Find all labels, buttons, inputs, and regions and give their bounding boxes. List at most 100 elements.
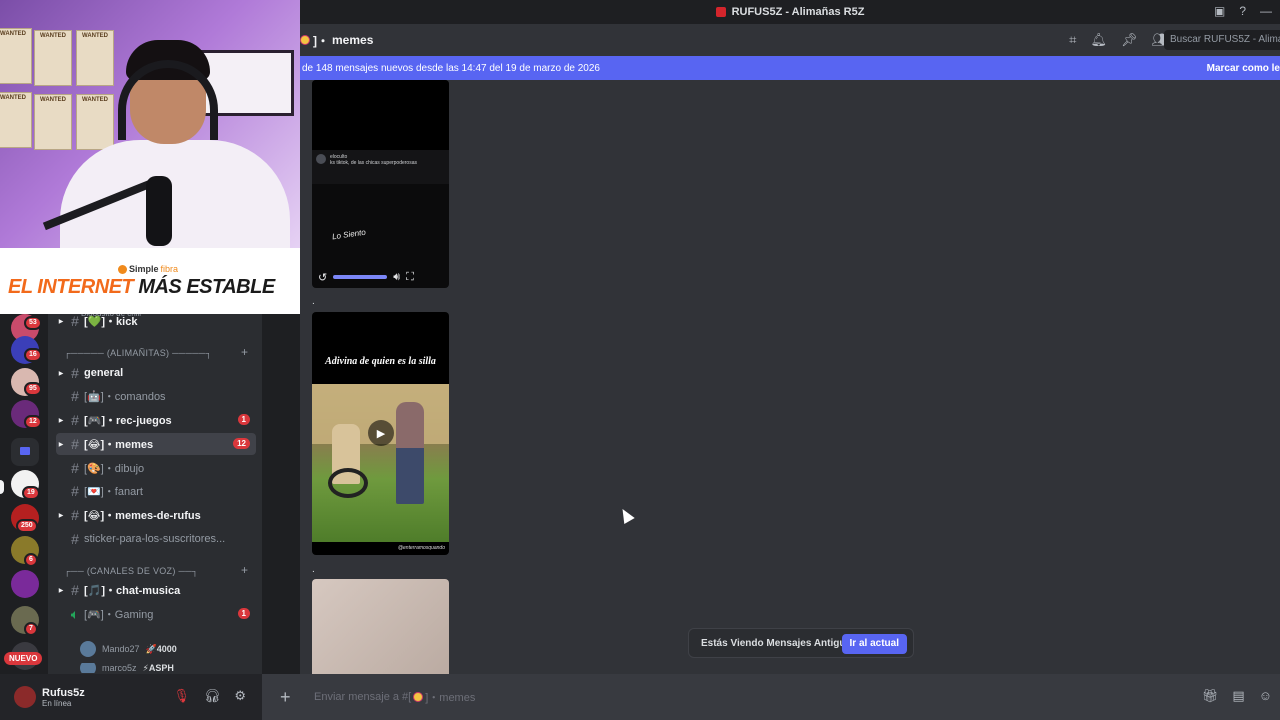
channel-fanart[interactable]: # [💌]・fanart <box>56 480 256 502</box>
handwriting-text: Lo Siento <box>331 227 367 242</box>
window-controls: ▣ ? — <box>1214 4 1272 18</box>
old-messages-text: Estás Viendo Mensajes Antiguos <box>701 637 858 649</box>
inbox-icon[interactable]: ▣ <box>1214 4 1225 18</box>
voice-user-name: Mando27 <box>102 644 140 654</box>
user-info[interactable]: Rufus5z En línea <box>42 687 85 708</box>
volume-icon[interactable]: 🔊︎ <box>393 271 400 284</box>
unread-arrow-icon: ▶ <box>58 370 64 377</box>
channel-rec-juegos[interactable]: ▶ # [🎮]・rec-juegos 1 <box>56 409 256 431</box>
hash-icon: # <box>71 507 79 523</box>
user-controls: 🎙︎ 🎧︎ ⚙ <box>173 688 246 704</box>
server-badge: 16 <box>24 348 42 362</box>
video-attachment-2[interactable]: Adivina de quien es la silla ▶ @enterram… <box>312 312 449 555</box>
play-icon[interactable]: ▶ <box>368 420 394 446</box>
add-attachment-button[interactable]: + <box>280 687 300 708</box>
channel-comandos[interactable]: # [🤖]・comandos <box>56 385 256 407</box>
threads-icon[interactable]: ⌗ <box>1069 32 1076 48</box>
avatar <box>80 663 96 673</box>
mic-muted-icon[interactable]: 🎙︎ <box>173 688 190 704</box>
hash-icon: # <box>71 412 79 428</box>
server-badge: 7 <box>24 622 38 636</box>
folder-icon[interactable] <box>11 438 39 466</box>
image-attachment-3[interactable] <box>312 579 449 674</box>
hash-icon: # <box>71 531 79 547</box>
fullscreen-icon[interactable]: ⛶ <box>406 271 414 284</box>
replay-icon[interactable]: ↺ <box>318 271 327 284</box>
add-channel-icon[interactable]: + <box>241 563 248 577</box>
help-icon[interactable]: ? <box>1239 4 1246 18</box>
sponsor-brand-b: fibra <box>160 264 179 274</box>
server-rail: 53 16 95 12 19 250 6 7 <box>0 314 48 674</box>
unread-arrow-icon: ▶ <box>58 441 64 448</box>
gear-icon[interactable]: ⚙ <box>234 688 246 704</box>
message-input-prefix: Enviar mensaje a #[ <box>314 691 412 703</box>
server-badge: 53 <box>24 316 42 330</box>
channel-label: [😂]・memes <box>84 439 154 451</box>
old-messages-pill: Estás Viendo Mensajes Antiguos Ir al act… <box>688 628 914 658</box>
channel-label: [🤖]・comandos <box>84 391 166 403</box>
sponsor-logo-icon <box>118 264 127 274</box>
voice-user-tag: 🚀4000 <box>145 643 177 654</box>
channel-label: [🎮]・rec-juegos <box>84 415 172 427</box>
channel-list: ▶ # [💚]・kick ┌───── (ALIMAÑITAS) ─────┐ … <box>48 314 262 674</box>
hash-icon: # <box>71 582 79 598</box>
sponsor-banner: Simple fibra EL INTERNET MÁS ESTABLE <box>0 248 300 314</box>
message-input-suffix: ]・memes <box>425 692 476 704</box>
gif-icon[interactable]: ▤ <box>1232 688 1244 704</box>
category-alimanitas[interactable]: ┌───── (ALIMAÑITAS) ─────┐ <box>64 348 212 358</box>
unread-arrow-icon: ▶ <box>58 318 64 325</box>
window-title: RUFUS5Z - Alimañas R5Z <box>715 6 864 18</box>
channel-sticker[interactable]: # sticker-para-los-suscritores... <box>56 528 256 550</box>
voice-user[interactable]: Mando27 🚀4000 <box>80 641 177 657</box>
webcam-overlay: WANTED WANTED WANTED WANTED WANTED WANTE… <box>0 0 300 248</box>
video-controls: ↺ 🔊︎ ⛶ <box>312 266 449 288</box>
gift-icon[interactable]: 🎁︎ <box>1202 688 1219 704</box>
voice-user[interactable]: marco5z ⚡ASPH <box>80 663 174 673</box>
channel-memes-de-rufus[interactable]: ▶ # [😂]・memes-de-rufus <box>56 504 256 526</box>
channel-memes[interactable]: ▶ # [😂]・memes 12 <box>56 433 256 455</box>
mark-as-read-button[interactable]: Marcar como le <box>1207 63 1280 74</box>
wanted-poster: WANTED <box>34 30 72 86</box>
message-composer[interactable]: + Enviar mensaje a #[ ]・memes 🎁︎ ▤ ☺ <box>262 674 1280 720</box>
avatar[interactable] <box>14 686 36 708</box>
channel-title: ]・ memes <box>300 32 373 49</box>
speaker-icon: 🔈︎ <box>70 605 80 622</box>
category-voice[interactable]: ┌── (CANALES DE VOZ) ──┐ <box>64 566 198 576</box>
hash-icon: # <box>71 365 79 381</box>
headphones-icon[interactable]: 🎧︎ <box>204 688 221 704</box>
user-name: Rufus5z <box>42 686 85 699</box>
video-attachment-1[interactable]: eloculto ks tiktok, de las chicas superp… <box>312 80 449 288</box>
voice-user-tag: ⚡ASPH <box>142 663 174 673</box>
video-progress-bar[interactable] <box>333 275 388 279</box>
sticker-icon[interactable]: ☺ <box>1259 688 1272 704</box>
laughing-emoji-icon <box>413 692 424 702</box>
channel-label: [🎵]・chat-musica <box>84 585 181 597</box>
channel-label: [💌]・fanart <box>84 486 143 498</box>
channel-label: sticker-para-los-suscritores... <box>84 533 226 545</box>
add-channel-icon[interactable]: + <box>241 345 248 359</box>
voice-channel-gaming[interactable]: 🔈︎ [🎮]・Gaming 1 <box>56 603 256 625</box>
channel-dibujo[interactable]: # [🎨]・dibujo <box>56 457 256 479</box>
header-actions: ⌗ 🔔︎ 📌︎ 👥︎ <box>1069 32 1168 48</box>
minimize-icon[interactable]: — <box>1260 4 1272 18</box>
microphone <box>146 176 172 246</box>
jump-to-present-button[interactable]: Ir al actual <box>841 634 907 654</box>
search-input[interactable]: Buscar RUFUS5Z - Alimañ <box>1164 30 1280 50</box>
channel-general[interactable]: ▶ # general <box>56 362 256 384</box>
sponsor-tagline-a: EL INTERNET <box>8 276 139 298</box>
video-thumbnail <box>312 384 449 542</box>
message-input[interactable]: Enviar mensaje a #[ ]・memes <box>314 689 475 705</box>
server-icon[interactable] <box>11 570 39 598</box>
wanted-poster: WANTED <box>76 30 114 86</box>
new-badge[interactable]: NUEVO <box>4 652 43 665</box>
video-credit: @enterramosquando <box>397 545 445 551</box>
channel-chat-musica[interactable]: ▶ # [🎵]・chat-musica <box>56 579 256 601</box>
bell-icon[interactable]: 🔔︎ <box>1090 32 1107 48</box>
voice-user-name: marco5z <box>102 663 137 673</box>
pin-icon[interactable]: 📌︎ <box>1121 32 1138 48</box>
avatar <box>80 641 96 657</box>
new-messages-bar[interactable]: de 148 mensajes nuevos desde las 14:47 d… <box>300 56 1280 80</box>
channel-title-name: memes <box>332 33 374 47</box>
message-list[interactable]: eloculto ks tiktok, de las chicas superp… <box>300 80 1280 674</box>
video-caption: Adivina de quien es la silla <box>325 356 436 367</box>
